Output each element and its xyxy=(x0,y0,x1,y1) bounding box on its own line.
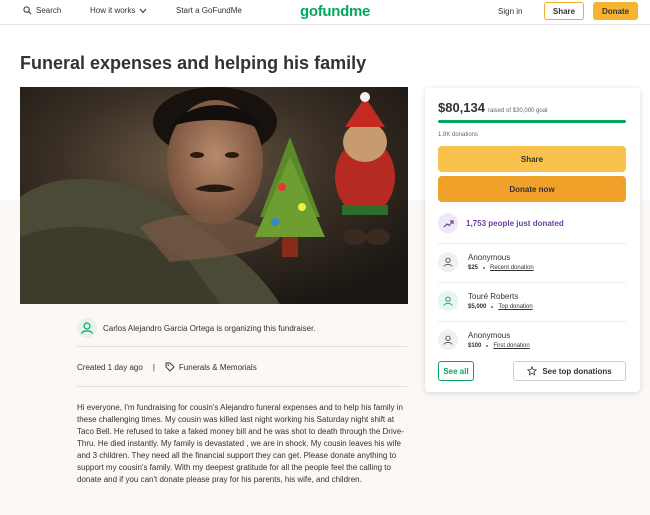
header-donate-button[interactable]: Donate xyxy=(593,2,638,20)
how-it-works-menu[interactable]: How it works xyxy=(90,6,147,15)
campaign-photo[interactable] xyxy=(20,87,408,304)
header-divider xyxy=(0,24,650,25)
progress-fill xyxy=(438,120,626,123)
campaign-meta: Created 1 day ago | Funerals & Memorials xyxy=(77,362,257,372)
donor-item: Touré Roberts $5,000 Top donation xyxy=(438,291,533,311)
how-it-works-label: How it works xyxy=(90,6,136,15)
see-top-donations-button[interactable]: See top donations xyxy=(513,361,626,381)
donation-card: $80,134 raised of $30,000 goal 1.8K dona… xyxy=(425,88,640,392)
donor-tag: Recent donation xyxy=(490,265,534,271)
organizer-text: Carlos Alejandro Garcia Ortega is organi… xyxy=(103,323,316,333)
organizer-icon xyxy=(77,318,97,338)
donor-amount: $5,000 xyxy=(468,304,487,310)
donor-amount: $25 xyxy=(468,265,479,271)
donor-tag: First donation xyxy=(493,343,530,349)
gofundme-logo[interactable]: gofundme xyxy=(300,3,370,20)
donor-name: Touré Roberts xyxy=(468,292,519,301)
header-share-button[interactable]: Share xyxy=(544,2,584,20)
dot-separator xyxy=(491,306,494,308)
divider xyxy=(77,346,407,347)
donor-avatar-icon xyxy=(438,291,458,311)
raised-goal: raised of $30,000 goal xyxy=(488,108,548,114)
see-top-donations-label: See top donations xyxy=(542,366,612,376)
campaign-title: Funeral expenses and helping his family xyxy=(20,53,367,73)
created-date: Created 1 day ago xyxy=(77,362,143,372)
search-label: Search xyxy=(36,6,62,15)
donor-item: Anonymous $100 First donation xyxy=(438,330,530,350)
category-label: Funerals & Memorials xyxy=(178,362,257,372)
search-icon xyxy=(23,6,32,15)
just-donated-text: 1,753 people just donated xyxy=(466,218,564,228)
card-divider xyxy=(438,243,626,244)
chevron-down-icon xyxy=(139,8,147,13)
campaign-photo-image xyxy=(20,87,408,304)
start-gofundme-link[interactable]: Start a GoFundMe xyxy=(176,6,242,15)
search-nav-link[interactable]: Search xyxy=(23,6,61,15)
donor-name: Anonymous xyxy=(468,253,511,262)
dot-separator xyxy=(486,345,489,347)
trending-icon xyxy=(438,213,458,233)
start-gofundme-label: Start a GoFundMe xyxy=(176,6,242,15)
dot-separator xyxy=(483,267,486,269)
star-icon xyxy=(527,366,538,376)
organizer-row: Carlos Alejandro Garcia Ortega is organi… xyxy=(77,318,316,338)
top-nav: Search How it works Start a GoFundMe gof… xyxy=(0,0,650,24)
donor-avatar-icon xyxy=(438,330,458,350)
card-divider xyxy=(438,321,626,322)
card-divider xyxy=(438,282,626,283)
donor-amount: $100 xyxy=(468,343,482,349)
progress-bar xyxy=(438,120,626,123)
just-donated-row: 1,753 people just donated xyxy=(438,213,564,233)
donor-item: Anonymous $25 Recent donation xyxy=(438,252,534,272)
divider xyxy=(77,386,407,387)
signin-link[interactable]: Sign in xyxy=(498,7,522,16)
meta-separator: | xyxy=(152,362,155,372)
donor-avatar-icon xyxy=(438,252,458,272)
raised-amount: $80,134 xyxy=(438,100,485,115)
tag-icon xyxy=(165,362,175,372)
raised-summary: $80,134 raised of $30,000 goal xyxy=(438,100,547,115)
see-all-button[interactable]: See all xyxy=(438,361,474,381)
category-link[interactable]: Funerals & Memorials xyxy=(165,362,257,372)
share-button[interactable]: Share xyxy=(438,146,626,172)
donor-tag: Top donation xyxy=(498,304,533,310)
donor-name: Anonymous xyxy=(468,331,511,340)
donations-count: 1.8K donations xyxy=(438,132,479,138)
campaign-story: Hi everyone, I'm fundraising for cousin'… xyxy=(77,403,404,484)
donate-now-button[interactable]: Donate now xyxy=(438,176,626,202)
